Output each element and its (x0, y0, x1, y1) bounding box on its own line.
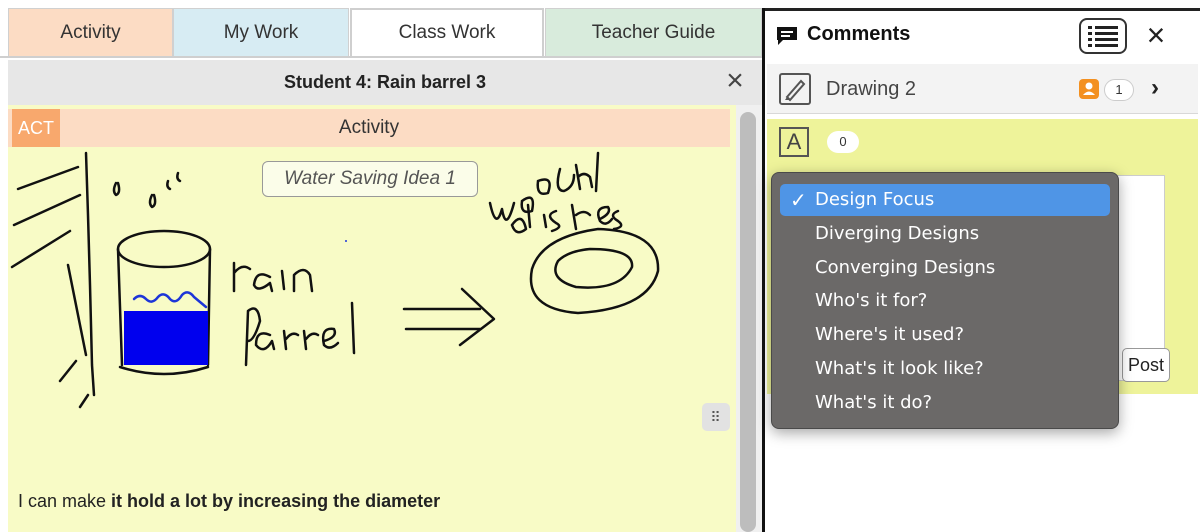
tab-teacher-guide[interactable]: Teacher Guide (545, 8, 762, 56)
menu-item-whats-it-look-like[interactable]: What's it look like? (780, 353, 1110, 385)
design-focus-dropdown[interactable]: ✓ Design Focus Diverging Designs Converg… (771, 172, 1119, 429)
chevron-right-icon[interactable]: › (1151, 74, 1159, 102)
scrollbar-thumb[interactable] (740, 112, 756, 532)
tab-activity[interactable]: Activity (8, 8, 173, 56)
tab-bar: Activity My Work Class Work Teacher Guid… (0, 0, 762, 58)
text-caption: I can make it hold a lot by increasing t… (18, 491, 440, 512)
document-row[interactable]: Drawing 2 1 › (767, 64, 1198, 114)
tab-my-work[interactable]: My Work (173, 8, 349, 56)
annotation-count-badge: 0 (827, 131, 859, 153)
drawing-canvas[interactable]: Activity ACT Water Saving Idea 1 ⠿ I can… (8, 105, 736, 532)
menu-item-design-focus[interactable]: ✓ Design Focus (780, 184, 1110, 216)
comments-icon (777, 27, 797, 45)
caption-bold: it hold a lot by increasing the diameter (111, 491, 441, 511)
list-view-icon[interactable] (1079, 18, 1127, 54)
close-icon[interactable]: × (722, 66, 748, 96)
work-title: Student 4: Rain barrel 3 (283, 72, 487, 92)
document-title: Drawing 2 (826, 78, 917, 100)
comments-title: Comments (807, 23, 911, 45)
work-header: Student 4: Rain barrel 3 × (8, 60, 762, 105)
activity-bar: Activity ACT (8, 109, 730, 147)
comment-count-badge: 1 (1104, 79, 1134, 101)
caption-plain: I can make (18, 491, 112, 511)
menu-item-wheres-it-used[interactable]: Where's it used? (780, 319, 1110, 351)
act-badge: ACT (12, 109, 60, 147)
menu-item-converging-designs[interactable]: Converging Designs (780, 252, 1110, 284)
comments-header: Comments × (765, 11, 1200, 63)
idea-label[interactable]: Water Saving Idea 1 (262, 161, 478, 197)
annotation-row[interactable]: A 0 (767, 119, 1198, 169)
checkmark-icon: ✓ (790, 188, 807, 212)
menu-item-whats-it-do[interactable]: What's it do? (780, 387, 1110, 419)
drag-handle-icon[interactable]: ⠿ (702, 403, 730, 431)
tab-class-work[interactable]: Class Work (350, 8, 544, 56)
text-annotation-icon: A (779, 127, 809, 157)
drawing-icon (779, 73, 811, 105)
post-button[interactable]: Post (1122, 348, 1170, 382)
close-comments-icon[interactable]: × (1141, 19, 1171, 53)
user-icon (1079, 79, 1099, 99)
menu-item-diverging-designs[interactable]: Diverging Designs (780, 218, 1110, 250)
section-label: Activity (338, 117, 400, 138)
menu-item-whos-it-for[interactable]: Who's it for? (780, 285, 1110, 317)
